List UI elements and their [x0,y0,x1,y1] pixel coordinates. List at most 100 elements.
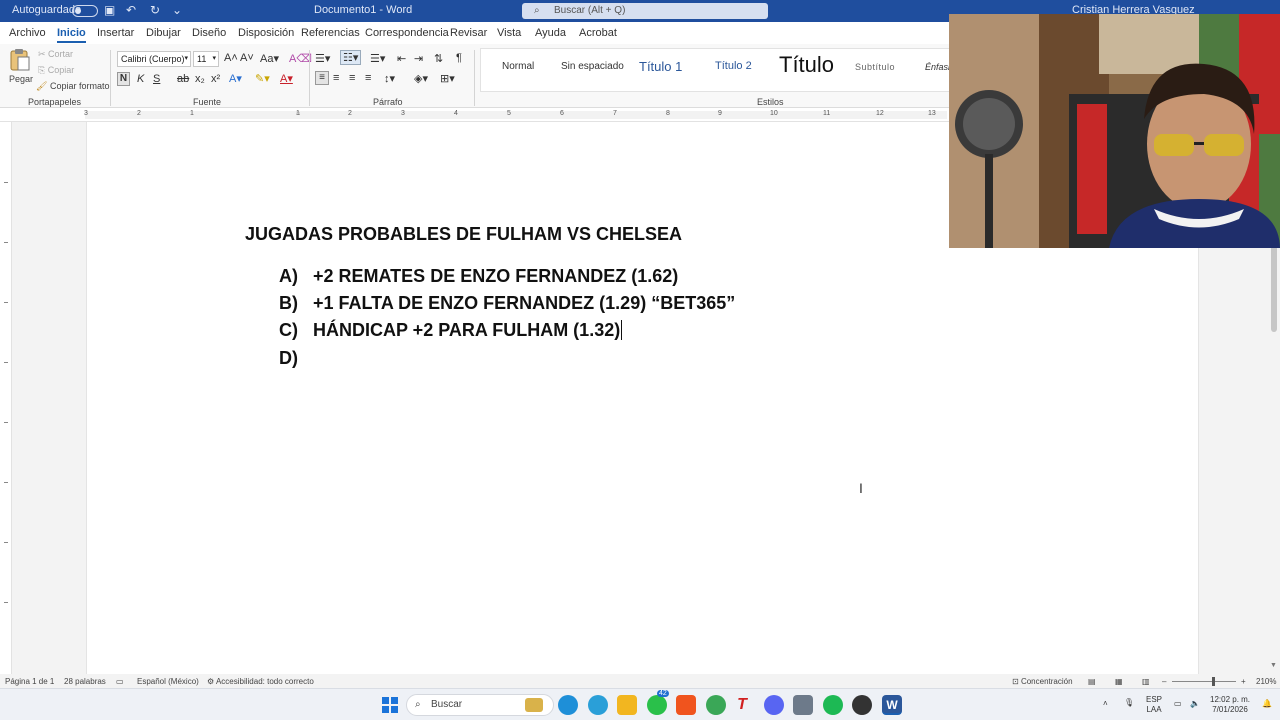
spotify-icon[interactable] [823,695,843,715]
tab-diseno[interactable]: Diseño [192,27,226,39]
input-language[interactable]: ESP LAA [1146,695,1162,715]
calculator-icon[interactable] [793,695,813,715]
grow-font-icon[interactable]: A˄ [224,52,238,64]
align-right-icon[interactable]: ≡ [349,72,355,84]
vertical-ruler[interactable] [0,122,12,674]
print-layout-icon[interactable]: ▦ [1115,677,1123,686]
subscript-icon[interactable]: x₂ [195,73,205,85]
change-case-icon[interactable]: Aa▾ [260,52,279,65]
document-heading[interactable]: JUGADAS PROBABLES DE FULHAM VS CHELSEA [245,224,682,245]
line-spacing-icon[interactable]: ↕▾ [384,72,395,85]
format-painter-button[interactable]: 🖌 Copiar formato [36,81,109,92]
list-item[interactable]: C) HÁNDICAP +2 PARA FULHAM (1.32) [279,320,623,341]
numbering-icon[interactable]: ☷▾ [340,50,362,65]
telegram-icon[interactable] [588,695,608,715]
focus-mode-button[interactable]: ⊡ Concentración [1012,677,1073,686]
undo-icon[interactable]: ↶ [126,3,136,17]
font-color-icon[interactable]: A▾ [280,72,293,85]
file-explorer-icon[interactable] [617,695,637,715]
tab-correspondencia[interactable]: Correspondencia [365,27,449,39]
tab-revisar[interactable]: Revisar [450,27,487,39]
notifications-icon[interactable]: 🔔 [1262,699,1272,709]
font-name-dropdown[interactable]: Calibri (Cuerpo) ▾ [117,51,191,67]
word-app-icon[interactable]: W [882,695,902,715]
shrink-font-icon[interactable]: A˅ [240,52,254,64]
bullets-icon[interactable]: ☰▾ [315,52,330,65]
style-titulo-2[interactable]: Título 2 [715,60,752,72]
whatsapp-icon[interactable]: 42 [647,690,669,715]
show-marks-icon[interactable]: ¶ [456,52,462,64]
paste-button[interactable]: Pegar [8,48,34,92]
ruler-number: 9 [718,110,722,117]
tab-disposicion[interactable]: Disposición [238,27,294,39]
read-mode-icon[interactable]: ▤ [1088,677,1096,686]
cut-button[interactable]: ✂ Cortar [38,49,73,60]
taskbar-search[interactable]: ⌕ Buscar [406,694,554,716]
zoom-level[interactable]: 210% [1256,677,1276,686]
align-center-icon[interactable]: ≡ [333,72,339,84]
increase-indent-icon[interactable]: ⇥ [414,52,423,65]
style-sin-espaciado[interactable]: Sin espaciado [561,61,624,72]
borders-icon[interactable]: ⊞▾ [440,72,455,85]
redo-icon[interactable]: ↻ [150,3,160,17]
tab-dibujar[interactable]: Dibujar [146,27,181,39]
bold-icon[interactable]: N [117,72,130,86]
brave-icon[interactable] [676,695,696,715]
zoom-slider-knob[interactable] [1212,677,1215,686]
style-normal[interactable]: Normal [502,61,534,72]
strikethrough-icon[interactable]: ab [177,73,189,85]
page-count[interactable]: Página 1 de 1 [5,677,54,686]
paste-label: Pegar [9,74,34,84]
volume-icon[interactable]: 🔈 [1190,699,1200,709]
font-size-dropdown[interactable]: 11 ▾ [193,51,219,67]
chrome-icon[interactable] [706,695,726,715]
underline-icon[interactable]: S [153,73,160,85]
style-subtitulo[interactable]: Subtítulo [855,62,895,72]
tab-vista[interactable]: Vista [497,27,521,39]
network-icon[interactable]: ▭ [1174,699,1182,709]
word-count[interactable]: 28 palabras [64,677,106,686]
highlight-color-icon[interactable]: ✎▾ [255,72,270,85]
tab-acrobat[interactable]: Acrobat [579,27,617,39]
accessibility-status[interactable]: ⚙ Accesibilidad: todo correcto [207,677,314,686]
decrease-indent-icon[interactable]: ⇤ [397,52,406,65]
align-left-icon[interactable]: ≡ [315,71,329,85]
tab-archivo[interactable]: Archivo [9,27,46,39]
shading-icon[interactable]: ◈▾ [414,72,428,85]
clock[interactable]: 12:02 p. m. 7/01/2026 [1210,695,1250,715]
discord-icon[interactable] [764,695,784,715]
italic-icon[interactable]: K [137,73,144,85]
search-input[interactable]: ⌕ Buscar (Alt + Q) [522,3,768,19]
copy-button[interactable]: ⎘ Copiar [38,65,74,76]
tab-inicio[interactable]: Inicio [57,27,86,43]
style-titulo-1[interactable]: Título 1 [639,59,682,74]
scroll-down-icon[interactable]: ▼ [1270,662,1277,669]
proofing-icon[interactable]: ▭ [116,677,124,686]
tab-referencias[interactable]: Referencias [301,27,360,39]
web-layout-icon[interactable]: ▥ [1142,677,1150,686]
zoom-in-icon[interactable]: + [1241,677,1246,686]
obs-icon[interactable] [852,695,872,715]
typora-icon[interactable]: T [732,695,752,715]
justify-icon[interactable]: ≡ [365,72,371,84]
save-icon[interactable]: ▣ [104,3,115,17]
superscript-icon[interactable]: x² [211,73,220,85]
text-effects-icon[interactable]: A▾ [229,72,242,85]
autosave-toggle[interactable] [72,5,98,17]
sort-icon[interactable]: ⇅ [434,52,443,65]
customize-qat-icon[interactable]: ⌄ [172,3,182,17]
edge-icon[interactable] [558,695,578,715]
windows-start-icon[interactable] [380,695,400,715]
show-hidden-icons[interactable]: ˄ [1103,699,1108,709]
zoom-slider[interactable] [1172,677,1236,686]
zoom-out-icon[interactable]: – [1162,677,1166,686]
tab-insertar[interactable]: Insertar [97,27,134,39]
list-item[interactable]: A) +2 REMATES DE ENZO FERNANDEZ (1.62) [279,266,678,287]
list-item[interactable]: B) +1 FALTA DE ENZO FERNANDEZ (1.29) “BET… [279,293,735,314]
style-titulo[interactable]: Título [779,52,834,78]
tab-ayuda[interactable]: Ayuda [535,27,566,39]
multilevel-list-icon[interactable]: ☰▾ [370,52,385,65]
language[interactable]: Español (México) [137,677,199,686]
list-item[interactable]: D) [279,348,313,369]
microphone-icon[interactable]: 🎙 [1124,698,1134,708]
